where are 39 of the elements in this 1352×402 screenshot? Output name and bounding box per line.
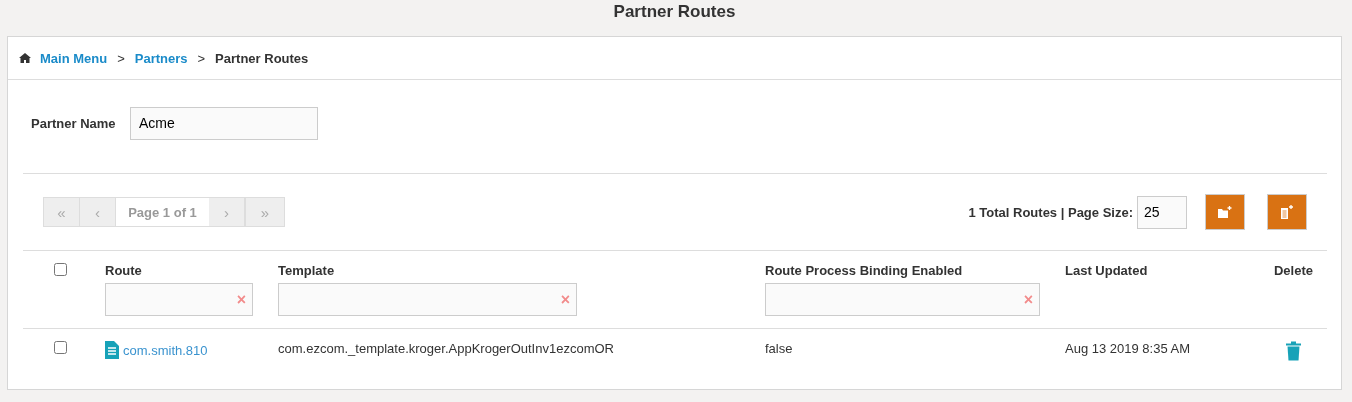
trash-icon [1286,341,1301,361]
column-header: Template [278,263,336,280]
breadcrumb-separator: > [117,50,125,66]
filter-field[interactable]: × [278,283,577,316]
breadcrumb-current: Partner Routes [215,50,309,66]
select-all-checkbox[interactable] [53,263,67,276]
page-size-field[interactable]: 25 [1137,195,1187,229]
clear-filter-icon[interactable]: × [236,291,246,308]
table-cell: com.ezcom._template.kroger.AppKrogerOutInv1ezcomOR [278,341,614,356]
last-page-button[interactable]: » [245,198,284,226]
column-header: Route [105,263,143,280]
partner-name-field[interactable]: Acme [130,106,318,140]
previous-page-button[interactable]: ‹ [80,198,116,226]
column-header: Delete [1273,263,1314,280]
home-icon [19,53,31,63]
new-folder-button[interactable] [1205,194,1245,230]
table-cell: Aug 13 2019 8:35 AM [1065,341,1191,356]
first-page-button[interactable]: « [44,198,80,226]
document-icon [105,341,119,359]
filter-field[interactable]: × [105,283,253,316]
column-header: Route Process Binding Enabled [765,263,964,280]
page-title: Partner Routes [612,1,737,23]
total-routes-label: 1 Total Routes | Page Size: [968,204,1133,220]
column-header: Last Updated [1065,263,1149,280]
clear-filter-icon[interactable]: × [1023,291,1033,308]
filter-field[interactable]: × [765,283,1040,316]
breadcrumb-link[interactable]: Partners [134,50,188,66]
clear-filter-icon[interactable]: × [560,291,570,308]
new-document-button[interactable] [1267,194,1307,230]
row-checkbox[interactable] [53,341,67,354]
breadcrumb-link[interactable]: Main Menu [40,50,108,66]
breadcrumb-separator: > [197,50,206,66]
document-plus-icon [1280,205,1294,219]
next-page-button[interactable]: › [209,198,245,226]
field-label: Partner Name [31,115,117,131]
table-cell: false [765,341,793,356]
folder-plus-icon [1218,205,1232,219]
delete-button[interactable] [1286,341,1301,364]
route-link[interactable]: com.smith.810 [123,342,208,358]
